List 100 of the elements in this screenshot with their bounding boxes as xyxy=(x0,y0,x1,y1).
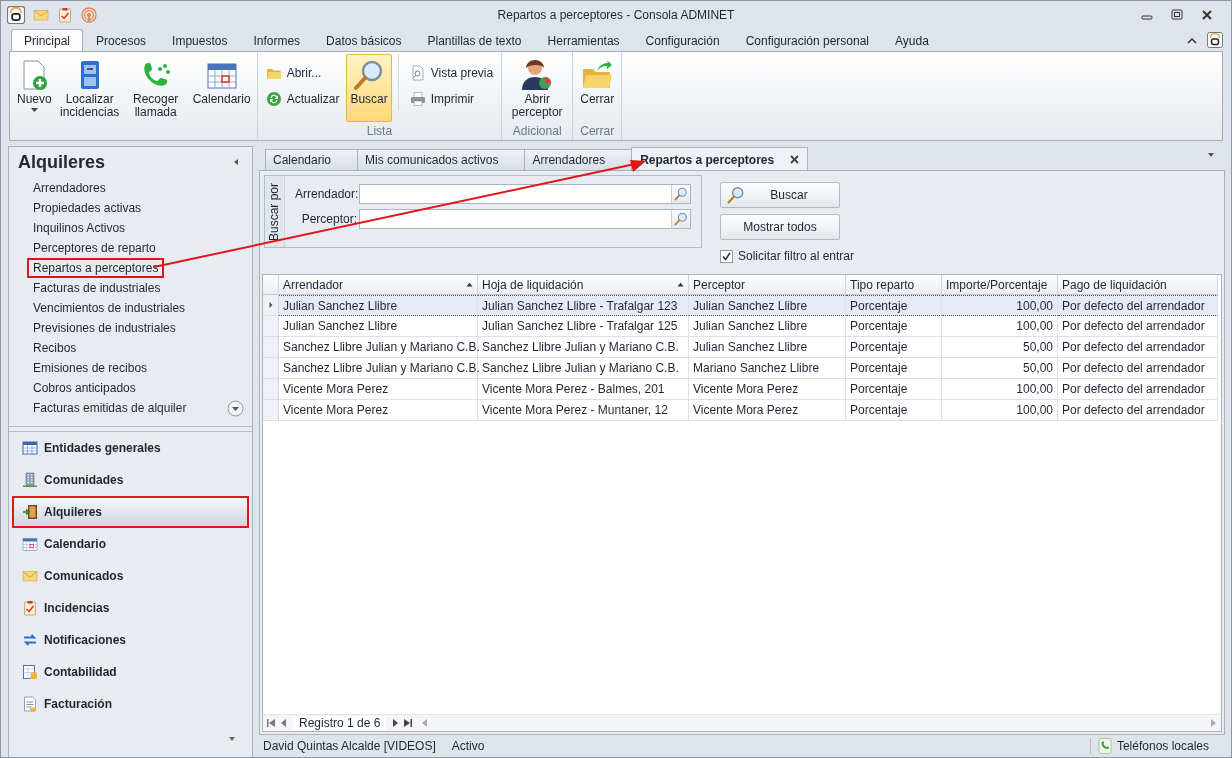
ribbon-button[interactable]: Localizar incidencias xyxy=(57,54,122,122)
sidebar-item[interactable]: Vencimientos de industriales xyxy=(27,298,192,318)
ribbon-button[interactable]: Cerrar xyxy=(576,54,619,122)
dropdown-icon xyxy=(228,735,236,743)
table-cell: 50,00 xyxy=(942,337,1058,358)
table-cell: 100,00 xyxy=(942,295,1058,316)
push-button[interactable]: Mostrar todos xyxy=(720,214,840,240)
table-cell: Julian Sanchez Llibre xyxy=(279,295,478,316)
table-cell: Vicente Mora Perez - Muntaner, 12 xyxy=(478,400,689,421)
ribbon-tab[interactable]: Configuración personal xyxy=(732,29,883,51)
ribbon-tab[interactable]: Procesos xyxy=(83,29,160,51)
document-tab[interactable]: Calendario xyxy=(265,149,359,170)
sort-ascending-icon xyxy=(466,281,473,288)
input-field[interactable] xyxy=(359,209,691,229)
search-button[interactable] xyxy=(671,210,690,228)
ribbon-tab[interactable]: Informes xyxy=(240,29,314,51)
sidebar-item[interactable]: Inquilinos Activos xyxy=(27,218,132,238)
search-button[interactable] xyxy=(671,185,690,203)
status-state: Activo xyxy=(451,739,485,753)
nav-item[interactable]: Comunicados xyxy=(12,560,249,592)
next-page-icon xyxy=(391,719,400,727)
column-header[interactable]: Perceptor xyxy=(689,275,846,295)
scroll-down-icon[interactable] xyxy=(227,399,244,417)
search-icon xyxy=(727,186,745,204)
document-tab[interactable]: Mis comunicados activos xyxy=(357,149,526,170)
two-arrows-icon xyxy=(22,632,38,648)
table-cell: Julian Sanchez Llibre xyxy=(689,316,846,337)
table-cell: Por defecto del arrendador xyxy=(1058,337,1218,358)
sidebar-item[interactable]: Facturas de industriales xyxy=(27,278,167,298)
table-cell: 100,00 xyxy=(942,316,1058,337)
document-tab[interactable]: Repartos a perceptores xyxy=(631,147,809,171)
scroll-right-icon xyxy=(1209,719,1217,727)
nav-item[interactable]: Notificaciones xyxy=(12,624,249,656)
table-cell: Sanchez Llibre Julian y Mariano C.B. xyxy=(279,358,478,379)
nav-item[interactable]: Calendario xyxy=(12,528,249,560)
ribbon-tab[interactable]: Impuestos xyxy=(159,29,241,51)
nav-item[interactable]: Incidencias xyxy=(12,592,249,624)
row-indicator[interactable] xyxy=(263,295,279,316)
sidebar-item[interactable]: Previsiones de industriales xyxy=(27,318,182,338)
ribbon-button[interactable]: Calendario xyxy=(189,54,254,122)
door-icon xyxy=(22,504,38,520)
checkbox[interactable] xyxy=(720,249,733,263)
ribbon-tab[interactable]: Configuración xyxy=(632,29,733,51)
ribbon-tab[interactable]: Herramientas xyxy=(534,29,633,51)
ribbon-tab[interactable]: Datos básicos xyxy=(313,29,415,51)
ribbon-button[interactable]: Abrir... xyxy=(260,62,345,84)
phone-icon xyxy=(1096,738,1113,754)
table-cell: 50,00 xyxy=(942,358,1058,379)
ribbon-group-label: Adicional xyxy=(511,124,563,140)
sidebar-item[interactable]: Cobros anticipados xyxy=(27,378,142,398)
person-icon xyxy=(521,59,554,91)
ribbon-button[interactable]: Buscar xyxy=(346,54,392,122)
ribbon-tab[interactable]: Ayuda xyxy=(882,29,942,51)
window-title: Repartos a perceptores - Consola ADMINET xyxy=(496,8,736,22)
table-cell: Mariano Sanchez Llibre xyxy=(689,358,846,379)
table-icon xyxy=(22,440,38,456)
input-field[interactable] xyxy=(359,184,691,204)
envelope-icon xyxy=(33,7,49,23)
ribbon-tab[interactable]: Plantillas de texto xyxy=(414,29,535,51)
column-header[interactable]: Arrendador xyxy=(279,275,478,295)
ribbon-tab[interactable]: Principal xyxy=(11,29,84,51)
nav-item[interactable]: Comunidades xyxy=(12,464,249,496)
column-header[interactable]: Importe/Porcentaje xyxy=(942,275,1058,295)
ribbon-button[interactable]: Actualizar xyxy=(260,88,345,110)
preview-icon xyxy=(409,65,426,81)
nav-item[interactable]: Entidades generales xyxy=(12,432,249,464)
column-header[interactable]: Hoja de liquidación xyxy=(478,275,689,295)
ribbon-button[interactable]: Abrir perceptor xyxy=(505,54,570,122)
ribbon-button[interactable]: Nuevo xyxy=(13,54,56,122)
sidebar-title: Alquileres xyxy=(18,151,106,173)
header-corner xyxy=(263,275,279,295)
maximize-icon[interactable] xyxy=(1171,9,1183,21)
building-icon xyxy=(22,472,38,488)
nav-item[interactable]: Contabilidad xyxy=(12,656,249,688)
last-page-icon xyxy=(404,719,413,727)
sidebar-item[interactable]: Recibos xyxy=(27,338,83,358)
table-cell: Por defecto del arrendador xyxy=(1058,358,1218,379)
status-phones[interactable]: Teléfonos locales xyxy=(1116,739,1209,753)
sidebar-item[interactable]: Arrendadores xyxy=(27,178,112,198)
table-cell: Por defecto del arrendador xyxy=(1058,379,1218,400)
close-icon[interactable] xyxy=(1201,9,1213,21)
ribbon-button[interactable]: Vista previa xyxy=(404,62,499,84)
sidebar-item[interactable]: Facturas emitidas de alquiler xyxy=(27,398,193,418)
column-header[interactable]: Pago de liquidación xyxy=(1058,275,1218,295)
clipboard-icon xyxy=(22,600,38,616)
column-header[interactable]: Tipo reparto xyxy=(846,275,942,295)
ribbon-button[interactable]: Imprimir xyxy=(404,88,499,110)
sidebar-item[interactable]: Propiedades activas xyxy=(27,198,148,218)
pager-text: Registro 1 de 6 xyxy=(293,716,387,730)
sidebar-item[interactable]: Repartos a perceptores xyxy=(27,258,165,278)
nav-item[interactable]: Alquileres xyxy=(12,496,249,528)
document-tab[interactable]: Arrendadores xyxy=(524,149,633,170)
ribbon-button[interactable]: Recoger llamada xyxy=(123,54,188,122)
table-cell: Vicente Mora Perez xyxy=(689,379,846,400)
nav-item[interactable]: Facturación xyxy=(12,688,249,720)
collapse-ribbon-icon[interactable] xyxy=(1187,36,1197,44)
close-icon[interactable] xyxy=(790,155,800,164)
sidebar-item[interactable]: Emisiones de recibos xyxy=(27,358,154,378)
push-button[interactable]: Buscar xyxy=(720,182,840,208)
sidebar-item[interactable]: Perceptores de reparto xyxy=(27,238,162,258)
